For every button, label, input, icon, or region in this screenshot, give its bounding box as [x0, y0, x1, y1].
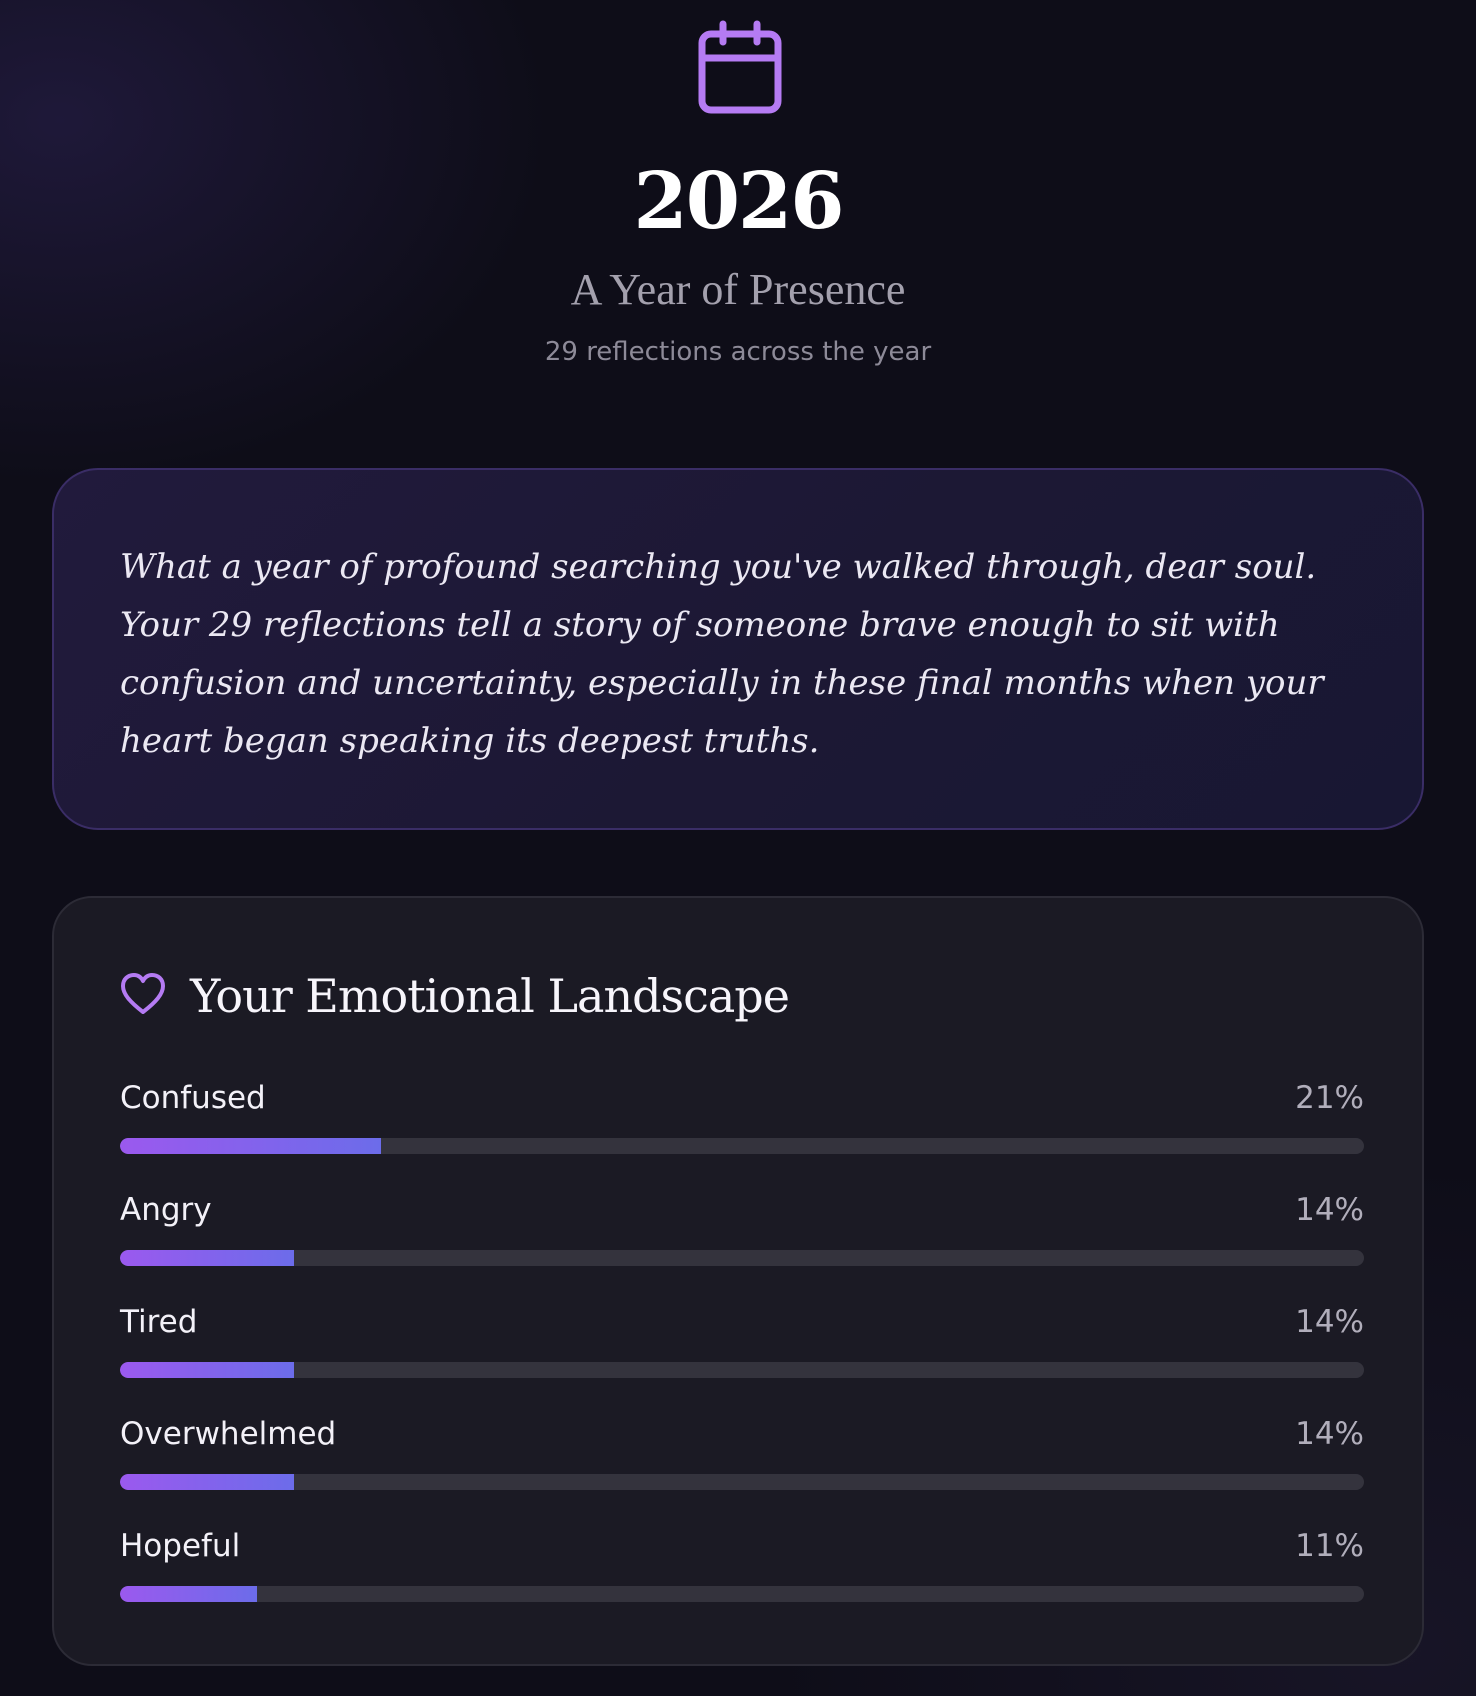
emotion-row: Overwhelmed 14% [120, 1414, 1364, 1526]
emotion-row: Angry 14% [120, 1190, 1364, 1302]
emotion-bar-track [120, 1362, 1364, 1378]
emotion-bar-fill [120, 1474, 295, 1490]
year-title: 2026 [633, 156, 844, 247]
emotion-percent: 21% [1295, 1080, 1364, 1116]
emotion-bar-fill [120, 1586, 257, 1602]
emotion-bar-track [120, 1250, 1364, 1266]
emotion-percent: 11% [1295, 1528, 1364, 1564]
emotion-bar-track [120, 1474, 1364, 1490]
emotion-row: Hopeful 11% [120, 1526, 1364, 1638]
emotion-row: Confused 21% [120, 1078, 1364, 1190]
emotional-landscape-title: Your Emotional Landscape [190, 969, 790, 1023]
emotion-label: Overwhelmed [120, 1416, 337, 1452]
heart-icon [121, 973, 165, 1014]
emotion-percent: 14% [1295, 1192, 1364, 1228]
emotion-bar-track [120, 1586, 1364, 1602]
emotion-percent: 14% [1295, 1416, 1364, 1452]
year-subtitle: A Year of Presence [570, 265, 906, 314]
emotion-bar-fill [120, 1250, 295, 1266]
emotion-bar-track [120, 1138, 1364, 1154]
emotion-label: Angry [120, 1192, 212, 1228]
emotion-bar-fill [120, 1362, 295, 1378]
emotion-label: Hopeful [120, 1528, 241, 1564]
calendar-icon [698, 20, 782, 114]
year-summary-card: What a year of profound searching you've… [52, 468, 1424, 830]
emotional-landscape-heading: Your Emotional Landscape [120, 966, 1320, 1026]
emotion-row: Tired 14% [120, 1302, 1364, 1414]
emotion-label: Tired [120, 1304, 198, 1340]
emotional-landscape-card: Your Emotional Landscape Confused 21% An… [52, 896, 1424, 1666]
reflection-count: 29 reflections across the year [544, 337, 932, 367]
emotion-list: Confused 21% Angry 14% Tired 14% Overwhe… [120, 1078, 1364, 1638]
emotion-percent: 14% [1295, 1304, 1364, 1340]
year-summary-text: What a year of profound searching you've… [120, 547, 1324, 761]
emotion-bar-fill [120, 1138, 382, 1154]
emotion-label: Confused [120, 1080, 266, 1116]
